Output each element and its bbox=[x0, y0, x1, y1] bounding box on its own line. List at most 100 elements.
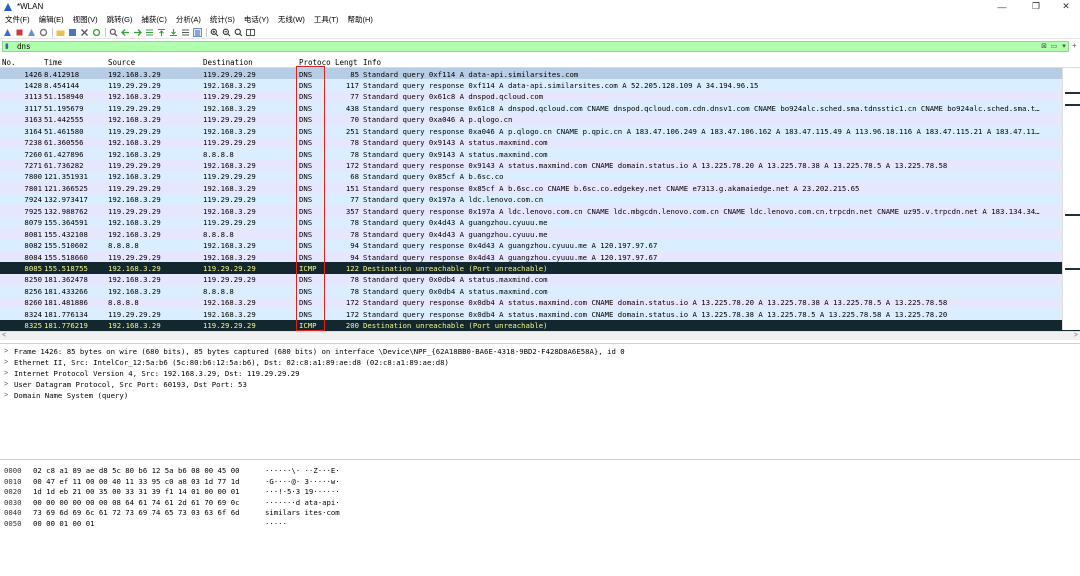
minimize-button[interactable]: — bbox=[990, 0, 1014, 13]
detail-row-dns[interactable]: > Domain Name System (query) bbox=[0, 390, 1080, 401]
column-time[interactable]: Time bbox=[44, 58, 62, 67]
add-filter-button-icon[interactable]: + bbox=[1072, 41, 1077, 50]
packet-list-horizontal-scrollbar[interactable]: < > bbox=[0, 331, 1080, 340]
go-to-packet-icon[interactable] bbox=[145, 28, 154, 37]
packet-row[interactable]: 1428 8.454144 119.29.29.29 192.168.3.29 DNS 1… bbox=[0, 79, 1080, 91]
scroll-left-icon[interactable]: < bbox=[2, 332, 6, 339]
detail-row-ipv4[interactable]: > Internet Protocol Version 4, Src: 192.… bbox=[0, 368, 1080, 379]
menu-edit[interactable]: 编辑(E) bbox=[34, 14, 68, 25]
packet-row[interactable]: 7260 61.427896 192.168.3.29 8.8.8.8 DNS 78 Sta… bbox=[0, 148, 1080, 160]
reload-icon[interactable] bbox=[92, 28, 101, 37]
shark-fin-start-icon[interactable] bbox=[3, 28, 12, 37]
open-folder-icon[interactable] bbox=[56, 28, 65, 37]
bytes-ascii[interactable]: ···!·5·3 19······ bbox=[265, 487, 340, 496]
packet-row[interactable]: 7238 61.360556 192.168.3.29 119.29.29.29 DNS… bbox=[0, 136, 1080, 149]
menu-wireless[interactable]: 无线(W) bbox=[273, 14, 309, 25]
menu-file[interactable]: 文件(F) bbox=[0, 14, 34, 25]
filter-dropdown-icon[interactable]: ▾ bbox=[1060, 43, 1068, 51]
bytes-hex[interactable]: 00 00 01 00 01 bbox=[33, 519, 95, 528]
bytes-row[interactable]: 0040 73 69 6d 69 6c 61 72 73 69 74 65 73… bbox=[0, 508, 1080, 519]
zoom-in-icon[interactable] bbox=[210, 28, 219, 37]
packet-row[interactable]: 3113 51.158940 192.168.3.29 119.29.29.29 DNS… bbox=[0, 90, 1080, 103]
scroll-right-icon[interactable]: > bbox=[1074, 332, 1078, 339]
bytes-hex[interactable]: 00 00 00 00 00 00 08 64 61 74 61 2d 61 7… bbox=[33, 498, 239, 507]
packet-row[interactable]: 3164 51.461580 119.29.29.29 192.168.3.29 DNS… bbox=[0, 125, 1080, 137]
packet-row[interactable]: 8324 181.776134 119.29.29.29 192.168.3.29 DN… bbox=[0, 308, 1080, 320]
bytes-hex[interactable]: 73 69 6d 69 6c 61 72 73 69 74 65 73 03 6… bbox=[33, 508, 239, 517]
expand-chevron-icon[interactable]: > bbox=[4, 381, 12, 388]
packet-minimap-scrollbar[interactable] bbox=[1062, 68, 1080, 330]
bytes-ascii[interactable]: ····· bbox=[265, 519, 287, 528]
restart-icon[interactable] bbox=[27, 28, 36, 37]
packet-row[interactable]: 7801 121.366525 119.29.29.29 192.168.3.29 DN… bbox=[0, 182, 1080, 194]
menu-statistics[interactable]: 统计(S) bbox=[205, 14, 239, 25]
bytes-hex[interactable]: 02 c8 a1 89 ae d8 5c 80 b6 12 5a b6 08 0… bbox=[33, 466, 239, 475]
forward-arrow-icon[interactable] bbox=[133, 28, 142, 37]
autoscroll-icon[interactable] bbox=[181, 28, 190, 37]
menu-tools[interactable]: 工具(T) bbox=[309, 14, 343, 25]
expand-chevron-icon[interactable]: > bbox=[4, 370, 12, 377]
bytes-ascii[interactable]: ·G····@· 3·····w· bbox=[265, 477, 340, 486]
packet-row[interactable]: 1426 8.412918 192.168.3.29 119.29.29.29 DNS 8… bbox=[0, 68, 1080, 80]
column-protocol[interactable]: Protoco bbox=[299, 58, 331, 67]
options-gear-icon[interactable] bbox=[39, 28, 48, 37]
find-icon[interactable] bbox=[109, 28, 118, 37]
packet-row[interactable]: 8085 155.518755 192.168.3.29 119.29.29.29 IC… bbox=[0, 262, 1080, 274]
menu-go[interactable]: 跳转(G) bbox=[102, 14, 137, 25]
packet-row[interactable]: 8079 155.364591 192.168.3.29 119.29.29.29 DN… bbox=[0, 216, 1080, 229]
column-info[interactable]: Info bbox=[363, 58, 381, 67]
bytes-ascii[interactable]: ······\· ··Z···E· bbox=[265, 466, 340, 475]
bytes-row[interactable]: 0020 1d 1d eb 21 00 35 00 33 31 39 f1 14… bbox=[0, 487, 1080, 498]
bytes-hex[interactable]: 1d 1d eb 21 00 35 00 33 31 39 f1 14 01 0… bbox=[33, 487, 239, 496]
display-filter-input[interactable] bbox=[17, 42, 1037, 51]
detail-row-ethernet[interactable]: > Ethernet II, Src: IntelCor_12:5a:b6 (5… bbox=[0, 357, 1080, 368]
bytes-ascii[interactable]: similars ites·com bbox=[265, 508, 340, 517]
back-arrow-icon[interactable] bbox=[121, 28, 130, 37]
resize-columns-icon[interactable] bbox=[246, 28, 255, 37]
maximize-button[interactable]: ❐ bbox=[1024, 0, 1048, 13]
stop-icon[interactable] bbox=[15, 28, 24, 37]
packet-row[interactable]: 8084 155.518660 119.29.29.29 192.168.3.29 DN… bbox=[0, 251, 1080, 263]
clear-filter-icon[interactable]: ⊠ bbox=[1040, 43, 1048, 51]
column-destination[interactable]: Destination bbox=[203, 58, 253, 67]
expand-chevron-icon[interactable]: > bbox=[4, 392, 12, 399]
menu-help[interactable]: 帮助(H) bbox=[343, 14, 377, 25]
packet-row[interactable]: 8325 181.776219 192.168.3.29 119.29.29.29 IC… bbox=[0, 319, 1080, 332]
expand-chevron-icon[interactable]: > bbox=[4, 348, 12, 355]
bytes-hex[interactable]: 00 47 ef 11 00 00 40 11 33 95 c0 a8 03 1… bbox=[33, 477, 239, 486]
colorize-icon[interactable] bbox=[193, 27, 202, 37]
menu-view[interactable]: 视图(V) bbox=[68, 14, 102, 25]
first-packet-icon[interactable] bbox=[157, 28, 166, 37]
packet-row[interactable]: 7925 132.988762 119.29.29.29 192.168.3.29 DN… bbox=[0, 205, 1080, 217]
column-source[interactable]: Source bbox=[108, 58, 135, 67]
packet-row[interactable]: 8260 181.481886 8.8.8.8 192.168.3.29 DNS 172 S… bbox=[0, 296, 1080, 309]
apply-filter-arrow-icon[interactable]: ▭ bbox=[1050, 43, 1058, 51]
column-length[interactable]: Lengt bbox=[335, 58, 358, 67]
close-button[interactable]: ✕ bbox=[1054, 0, 1078, 13]
packet-row[interactable]: 8250 181.362478 192.168.3.29 119.29.29.29 DN… bbox=[0, 273, 1080, 286]
last-packet-icon[interactable] bbox=[169, 28, 178, 37]
menu-analyze[interactable]: 分析(A) bbox=[171, 14, 205, 25]
filter-bookmark-icon[interactable]: ▮ bbox=[5, 43, 13, 51]
packet-row[interactable]: 7800 121.351931 192.168.3.29 119.29.29.29 DN… bbox=[0, 170, 1080, 183]
detail-row-frame[interactable]: > Frame 1426: 85 bytes on wire (680 bits… bbox=[0, 346, 1080, 357]
packet-row[interactable]: 3163 51.442555 192.168.3.29 119.29.29.29 DNS… bbox=[0, 113, 1080, 126]
menu-telephony[interactable]: 电话(Y) bbox=[239, 14, 273, 25]
save-file-icon[interactable] bbox=[68, 28, 77, 37]
zoom-reset-icon[interactable] bbox=[234, 28, 243, 37]
packet-row[interactable]: 7271 61.736282 119.29.29.29 192.168.3.29 DNS… bbox=[0, 159, 1080, 171]
bytes-row[interactable]: 0000 02 c8 a1 89 ae d8 5c 80 b6 12 5a b6… bbox=[0, 466, 1080, 477]
packet-row[interactable]: 8256 181.433266 192.168.3.29 8.8.8.8 DNS 78 St… bbox=[0, 285, 1080, 297]
bytes-row[interactable]: 0010 00 47 ef 11 00 00 40 11 33 95 c0 a8… bbox=[0, 477, 1080, 488]
close-file-icon[interactable] bbox=[80, 28, 89, 37]
zoom-out-icon[interactable] bbox=[222, 28, 231, 37]
expand-chevron-icon[interactable]: > bbox=[4, 359, 12, 366]
packet-row[interactable]: 7924 132.973417 192.168.3.29 119.29.29.29 DN… bbox=[0, 193, 1080, 206]
bytes-row[interactable]: 0030 00 00 00 00 00 00 08 64 61 74 61 2d… bbox=[0, 498, 1080, 509]
menu-capture[interactable]: 捕获(C) bbox=[136, 14, 170, 25]
packet-row[interactable]: 8082 155.510602 8.8.8.8 192.168.3.29 DNS 94 St… bbox=[0, 239, 1080, 251]
bytes-row[interactable]: 0050 00 00 01 00 01 ····· bbox=[0, 519, 1080, 530]
packet-row[interactable]: 8081 155.432108 192.168.3.29 8.8.8.8 DNS 78 St… bbox=[0, 228, 1080, 240]
bytes-ascii[interactable]: ·······d ata-api· bbox=[265, 498, 340, 507]
packet-row[interactable]: 3117 51.195679 119.29.29.29 192.168.3.29 DNS… bbox=[0, 102, 1080, 114]
